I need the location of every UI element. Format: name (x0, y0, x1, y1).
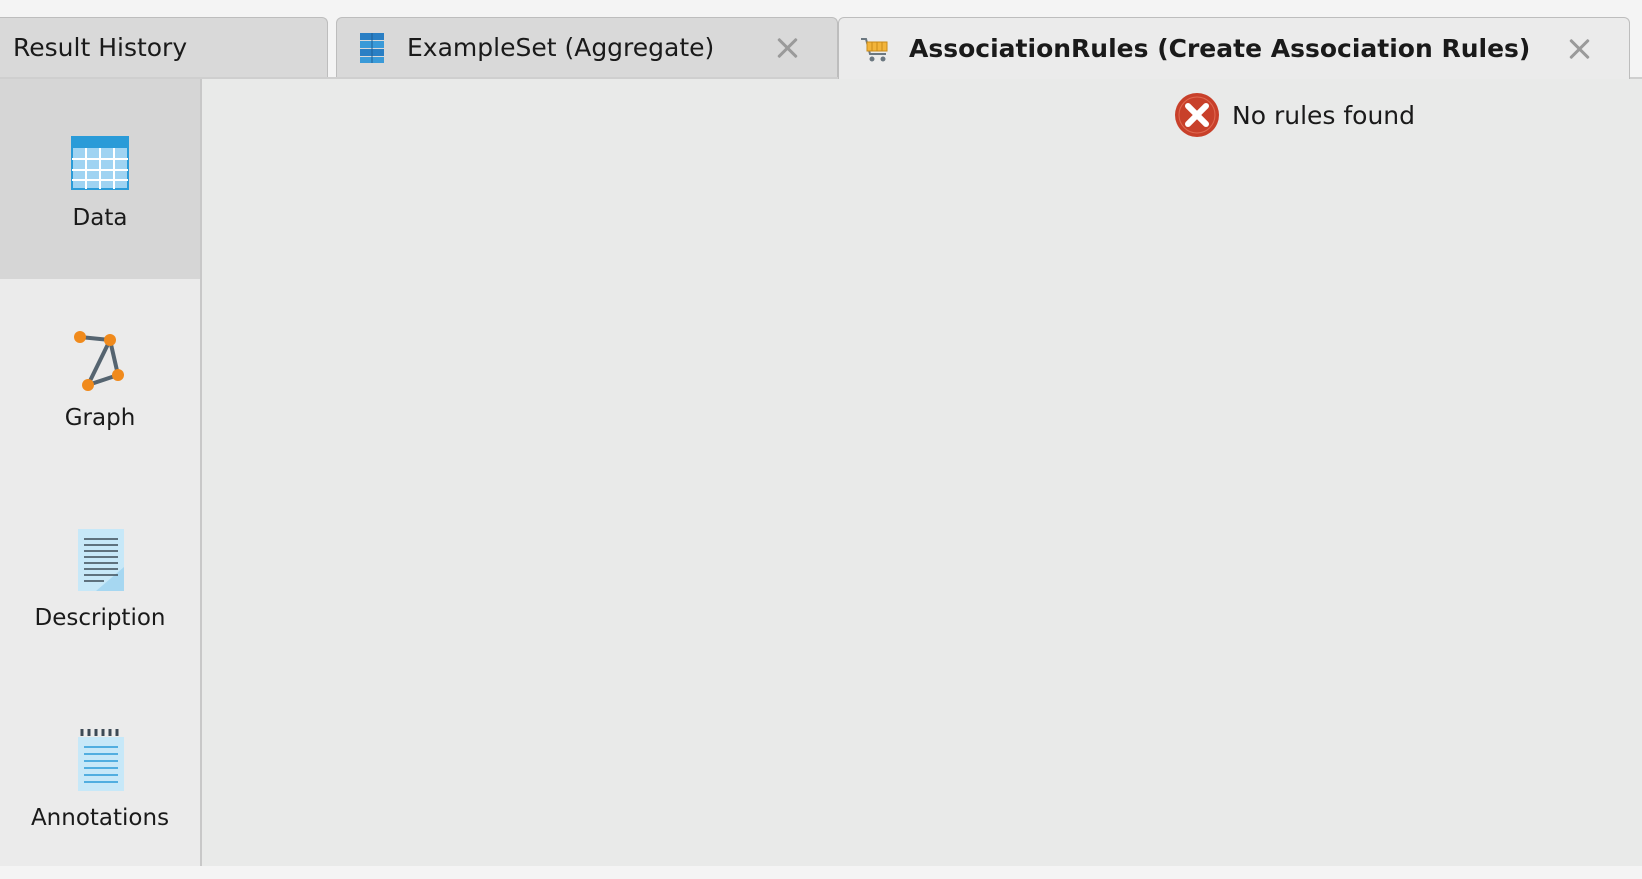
table-icon (71, 136, 129, 190)
message-text: No rules found (1232, 100, 1416, 130)
document-icon (78, 529, 124, 591)
table-stack-icon (357, 32, 387, 64)
tab-association-rules[interactable]: AssociationRules (Create Association Rul… (838, 17, 1630, 79)
sidebar-item-label: Graph (64, 405, 136, 431)
error-icon (1175, 93, 1219, 137)
tab-label: Result History (13, 33, 188, 62)
notepad-icon (78, 729, 124, 791)
tab-result-history[interactable]: Result History (0, 17, 328, 77)
sidebar-item-annotations[interactable]: Annotations (0, 679, 200, 879)
result-content-area: No rules found (202, 79, 1642, 866)
tab-bar: Result History ExampleSet (Aggregate) As… (0, 0, 1642, 79)
sidebar-item-description[interactable]: Description (0, 479, 200, 679)
sidebar-item-label: Description (34, 605, 166, 631)
empty-result-message: No rules found (1174, 92, 1415, 138)
tab-exampleset-aggregate[interactable]: ExampleSet (Aggregate) (336, 17, 838, 77)
graph-icon (74, 331, 124, 391)
sidebar-item-graph[interactable]: Graph (0, 279, 200, 479)
sidebar-item-label: Data (72, 205, 128, 231)
close-icon[interactable] (775, 36, 799, 60)
sidebar-item-data[interactable]: Data (0, 79, 200, 279)
cart-icon (859, 33, 889, 65)
close-icon[interactable] (1567, 37, 1591, 61)
sidebar-item-label: Annotations (30, 805, 170, 831)
view-sidebar: Data Graph Description Annotations (0, 79, 202, 866)
tab-label: AssociationRules (Create Association Rul… (909, 34, 1531, 63)
tab-label: ExampleSet (Aggregate) (407, 33, 715, 62)
